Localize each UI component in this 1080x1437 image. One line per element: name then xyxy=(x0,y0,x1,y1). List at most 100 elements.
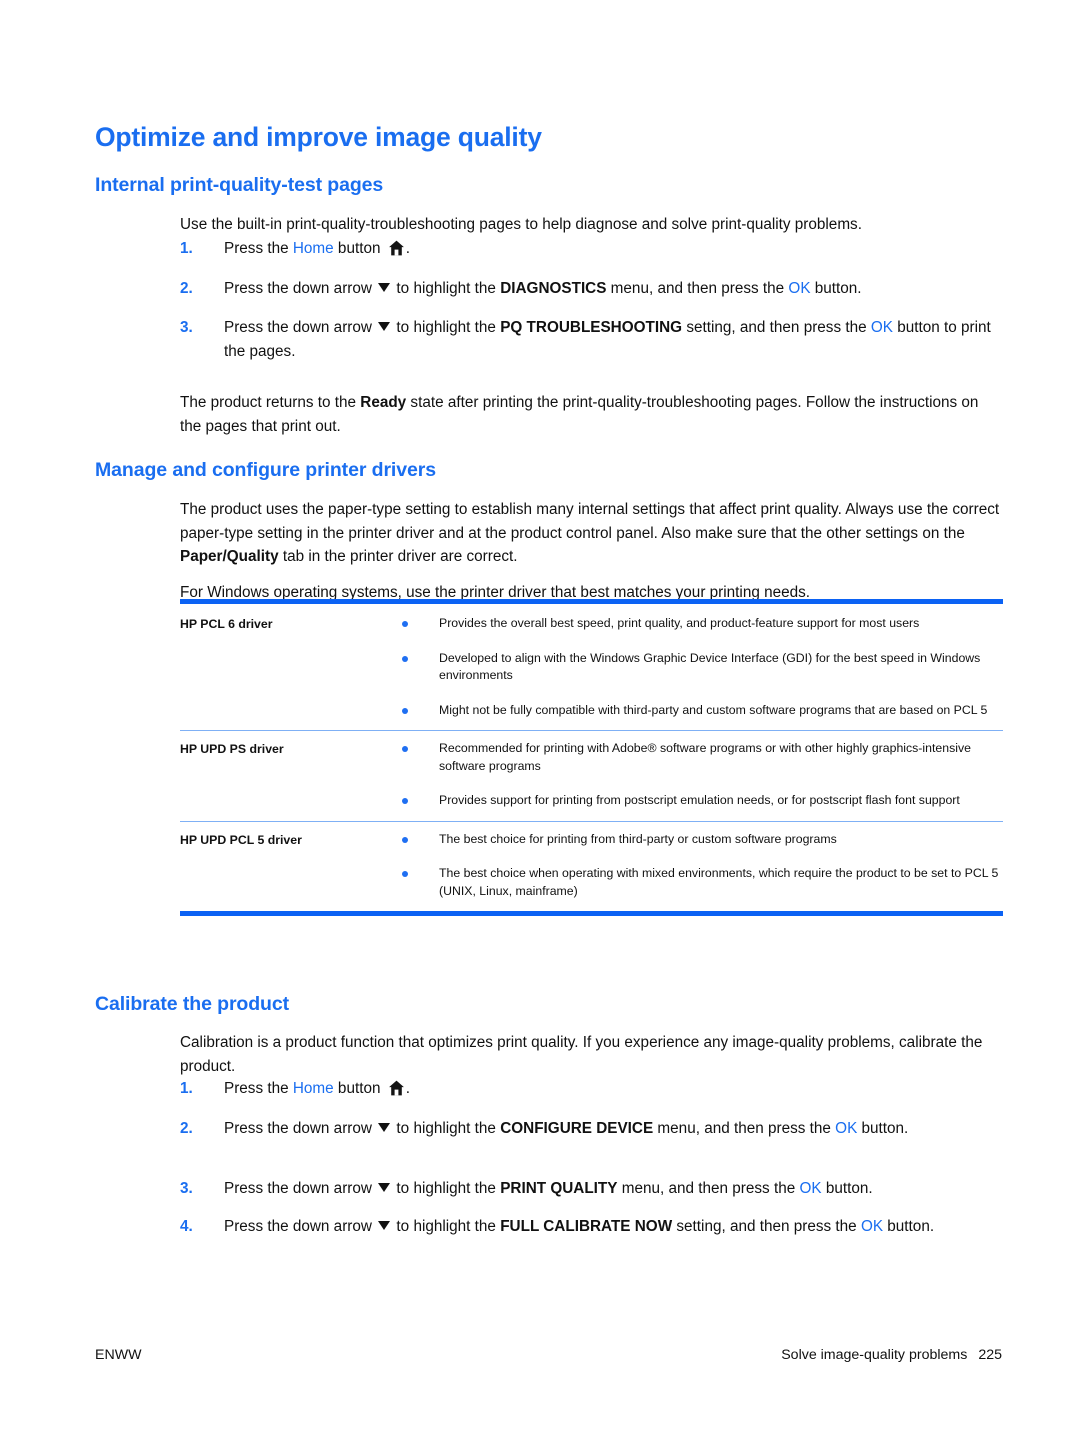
step-number: 1. xyxy=(180,1080,193,1097)
list-item-text: Developed to align with the Windows Grap… xyxy=(439,650,981,683)
section-heading-calibrate-the-product: Calibrate the product xyxy=(95,993,290,1016)
ui-control-reference: Home xyxy=(292,1080,334,1097)
driver-description-cell: The best choice for printing from third-… xyxy=(391,831,1003,902)
text-run: Press the down arrow xyxy=(224,1218,377,1235)
driver-feature-list: Recommended for printing with Adobe® sof… xyxy=(391,740,1003,810)
home-icon xyxy=(388,240,405,256)
down-arrow-icon xyxy=(378,322,391,331)
list-item: Provides the overall best speed, print q… xyxy=(391,615,1003,633)
step-text: Press the down arrow to highlight the FU… xyxy=(224,1215,1002,1239)
list-item: The best choice for printing from third-… xyxy=(391,831,1003,849)
menu-name-reference: PRINT QUALITY xyxy=(500,1180,618,1197)
driver-description-cell: Provides the overall best speed, print q… xyxy=(391,615,1003,720)
text-run: . xyxy=(405,240,410,257)
text-run: tab in the printer driver are correct. xyxy=(278,548,518,566)
section-heading-internal-print-quality-test-pages: Internal print-quality-test pages xyxy=(95,174,384,197)
menu-name-reference: Ready xyxy=(360,394,407,412)
text-run: button. xyxy=(810,280,862,297)
bullet-icon xyxy=(402,871,408,877)
text-run: . xyxy=(405,1080,410,1097)
footer-locale-code: ENWW xyxy=(95,1347,142,1363)
step-number: 1. xyxy=(180,240,193,257)
step-text: Press the Home button . xyxy=(224,1077,1002,1101)
down-arrow-icon xyxy=(378,1183,391,1192)
driver-feature-list: Provides the overall best speed, print q… xyxy=(391,615,1003,719)
step-text: Press the down arrow to highlight the PR… xyxy=(224,1177,1002,1201)
step-number: 2. xyxy=(180,1120,193,1137)
text-run: to highlight the xyxy=(392,1218,501,1235)
text-run: Press the xyxy=(224,1080,293,1097)
step-text: Press the down arrow to highlight the PQ… xyxy=(224,316,1002,363)
step-item: 2. Press the down arrow to highlight the… xyxy=(180,277,1002,301)
bullet-icon xyxy=(402,621,408,627)
ui-control-reference: OK xyxy=(835,1120,858,1137)
step-item: 4. Press the down arrow to highlight the… xyxy=(180,1215,1002,1239)
paragraph-manage-1: The product uses the paper-type setting … xyxy=(180,498,1002,569)
step-number: 3. xyxy=(180,1180,193,1197)
text-run: menu, and then press the xyxy=(606,280,789,297)
text-run: The product returns to the xyxy=(180,394,361,412)
ui-control-reference: OK xyxy=(860,1218,884,1235)
list-item: Might not be fully compatible with third… xyxy=(391,702,1003,720)
text-run: setting, and then press the xyxy=(672,1218,861,1235)
text-run: menu, and then press the xyxy=(653,1120,836,1137)
section-heading-manage-and-configure-printer-drivers: Manage and configure printer drivers xyxy=(95,459,436,482)
bullet-icon xyxy=(402,655,408,662)
text-run: button xyxy=(333,240,385,257)
step-number: 4. xyxy=(180,1218,193,1235)
ui-control-reference: OK xyxy=(788,280,811,297)
page-title: Optimize and improve image quality xyxy=(95,121,542,152)
list-item-text: Provides the overall best speed, print q… xyxy=(439,616,920,630)
footer-chapter-title: Solve image-quality problems xyxy=(781,1347,968,1363)
text-run: button. xyxy=(821,1180,873,1197)
step-text: Press the Home button . xyxy=(224,237,1002,261)
text-run: setting, and then press the xyxy=(682,319,871,336)
down-arrow-icon xyxy=(378,283,391,292)
text-run: to highlight the xyxy=(392,1180,501,1197)
paragraph-calibrate-intro: Calibration is a product function that o… xyxy=(180,1034,983,1075)
menu-name-reference: CONFIGURE DEVICE xyxy=(500,1120,654,1137)
menu-name-reference: DIAGNOSTICS xyxy=(500,280,607,297)
list-item-text: The best choice for printing from third-… xyxy=(439,831,837,846)
down-arrow-icon xyxy=(378,1221,391,1230)
text-run: button. xyxy=(883,1218,935,1235)
list-item: Developed to align with the Windows Grap… xyxy=(391,650,1003,685)
table-row: HP UPD PS driver Recommended for printing… xyxy=(180,730,1003,821)
step-item: 3. Press the down arrow to highlight the… xyxy=(180,316,1002,363)
text-run: Press the down arrow xyxy=(224,280,377,297)
list-item: Provides support for printing from posts… xyxy=(391,792,1003,810)
home-icon xyxy=(388,1080,405,1096)
text-run: button. xyxy=(857,1120,909,1137)
ui-control-reference: Home xyxy=(292,240,334,257)
step-number: 2. xyxy=(180,280,193,297)
driver-feature-list: The best choice for printing from third-… xyxy=(391,831,1003,901)
step-number: 3. xyxy=(180,319,193,336)
document-page: Optimize and improve image quality Inter… xyxy=(0,0,1080,1437)
driver-name-cell: HP UPD PCL 5 driver xyxy=(180,832,302,847)
text-run: to highlight the xyxy=(392,280,501,297)
paragraph-internal-outro: The product returns to the Ready state a… xyxy=(180,391,1002,438)
bullet-icon xyxy=(402,746,408,752)
step-text: Press the down arrow to highlight the CO… xyxy=(224,1117,1002,1141)
text-run: Press the down arrow xyxy=(224,319,377,336)
list-item-text: Provides support for printing from posts… xyxy=(439,793,960,807)
menu-name-reference: FULL CALIBRATE NOW xyxy=(500,1218,673,1235)
bullet-icon xyxy=(402,836,408,843)
text-run: button xyxy=(333,1080,385,1097)
footer-chapter-and-page: Solve image-quality problems 225 xyxy=(781,1347,1002,1363)
text-run: The product uses the paper-type setting … xyxy=(180,501,1000,542)
text-run: to highlight the xyxy=(392,1120,501,1137)
menu-name-reference: PQ TROUBLESHOOTING xyxy=(500,319,683,336)
ui-control-reference: OK xyxy=(799,1180,822,1197)
text-run: to highlight the xyxy=(392,319,501,336)
list-item-text: The best choice when operating with mixe… xyxy=(439,866,999,898)
bullet-icon xyxy=(402,707,408,714)
driver-description-cell: Recommended for printing with Adobe® sof… xyxy=(391,740,1003,811)
text-run: menu, and then press the xyxy=(617,1180,800,1197)
list-item: Recommended for printing with Adobe® sof… xyxy=(391,740,1003,775)
text-run: Press the down arrow xyxy=(224,1180,377,1197)
step-item: 3. Press the down arrow to highlight the… xyxy=(180,1177,1002,1201)
step-item: 2. Press the down arrow to highlight the… xyxy=(180,1117,1002,1141)
step-text: Press the down arrow to highlight the DI… xyxy=(224,277,1002,301)
ui-control-reference: OK xyxy=(870,319,893,336)
